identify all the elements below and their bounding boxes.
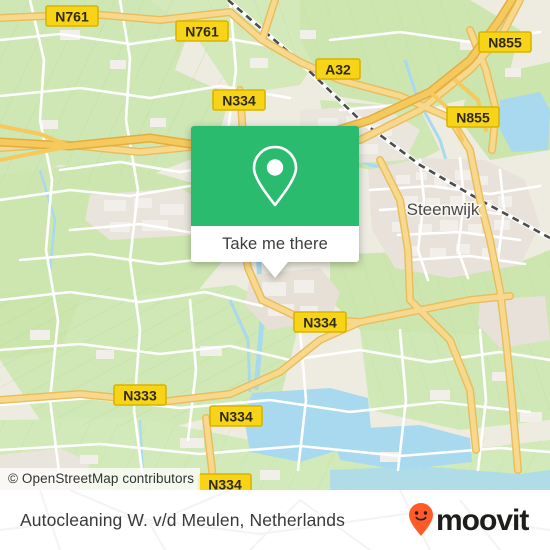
road-shield-label: N333 [123,388,157,404]
road-shield: N334 [212,89,266,111]
road-shield-label: N761 [185,24,219,40]
road-shield: N761 [175,20,229,42]
map-pin-icon [252,145,298,207]
road-shield: N334 [198,473,252,491]
callout-icon-panel [191,126,359,226]
road-shield: N855 [446,106,500,128]
moovit-wordmark: moovit [409,503,530,537]
road-shield-label: N855 [456,110,490,126]
moovit-logo: moovit [408,490,532,550]
map-page: Steenwijk N761 N761 N855 A32 N334 N855 N… [0,0,550,550]
road-shield-label: N761 [55,9,89,25]
place-title: Autocleaning W. v/d Meulen, Netherlands [20,509,345,530]
road-shield: N333 [113,384,167,406]
road-shield-label: N334 [208,477,242,491]
moovit-pin-icon [409,503,433,536]
road-shield-label: N334 [222,93,256,109]
moovit-brand-text: moovit [436,504,529,537]
road-shield: N334 [293,311,347,333]
city-label-steenwijk: Steenwijk [407,200,480,219]
take-me-there-label: Take me there [222,234,328,253]
road-shield: N334 [209,405,263,427]
location-callout-card[interactable]: Take me there [191,126,359,278]
road-shield-label: A32 [325,62,351,78]
bottom-info-bar: Autocleaning W. v/d Meulen, Netherlands … [0,490,550,550]
road-shield-label: N334 [303,315,337,331]
road-shield: N761 [45,5,99,27]
road-shield-label: N855 [488,35,522,51]
road-shield-label: N334 [219,409,253,425]
callout-action-panel[interactable]: Take me there [191,226,359,262]
osm-attribution: © OpenStreetMap contributors [0,468,201,490]
road-shield: N855 [478,31,532,53]
map-city-labels: Steenwijk [405,199,481,221]
road-shield: A32 [315,58,361,80]
callout-tail-pointer [262,262,288,278]
